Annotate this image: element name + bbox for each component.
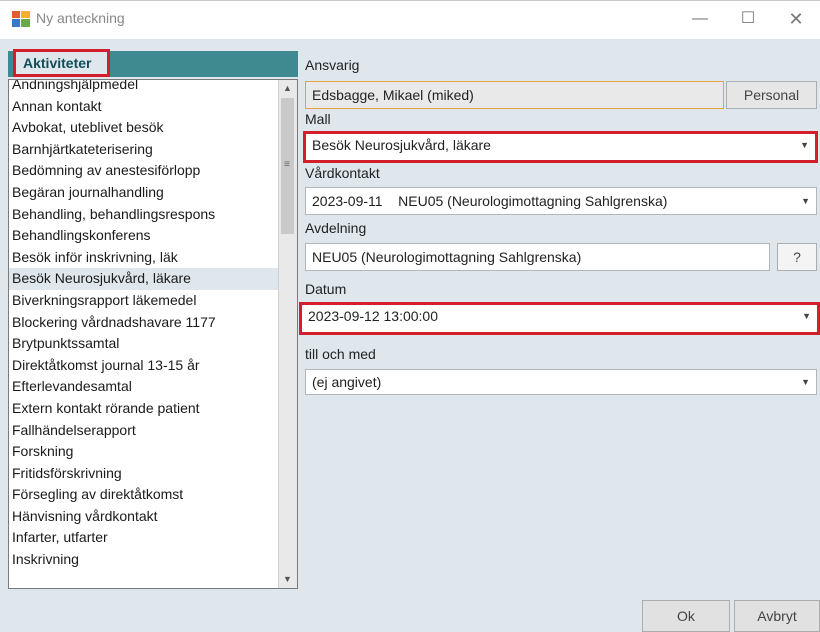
scroll-down-arrow-icon[interactable]: ▼ — [279, 571, 296, 588]
list-item[interactable]: Brytpunktssamtal — [9, 333, 281, 355]
app-icon — [12, 11, 30, 27]
list-item[interactable]: Besök Neurosjukvård, läkare — [9, 268, 281, 290]
activities-list[interactable]: Andningshjälpmedel Annan kontakt Avbokat, … — [8, 79, 298, 589]
ansvarig-label: Ansvarig — [305, 57, 360, 73]
list-item[interactable]: Efterlevandesamtal — [9, 376, 281, 398]
list-item[interactable]: Försegling av direktåtkomst — [9, 484, 281, 506]
title-bar: Ny anteckning — ☐ ✕ — [0, 0, 820, 39]
maximize-button[interactable]: ☐ — [728, 5, 768, 33]
ok-button[interactable]: Ok — [642, 600, 730, 632]
till-och-med-dropdown[interactable]: (ej angivet) ▼ — [305, 369, 817, 395]
mall-dropdown[interactable]: Besök Neurosjukvård, läkare ▼ — [303, 131, 818, 163]
list-item[interactable]: Avbokat, uteblivet besök — [9, 117, 281, 139]
close-button[interactable]: ✕ — [776, 5, 816, 33]
window-title: Ny anteckning — [36, 10, 125, 26]
help-button[interactable]: ? — [777, 243, 817, 271]
grip-icon: ≡ — [284, 159, 290, 170]
till-och-med-value: (ej angivet) — [312, 374, 382, 390]
personal-button[interactable]: Personal — [726, 81, 817, 109]
list-item[interactable]: Behandling, behandlingsrespons — [9, 204, 281, 226]
list-item[interactable]: Begäran journalhandling — [9, 182, 281, 204]
list-item[interactable]: Fritidsförskrivning — [9, 463, 281, 485]
minimize-button[interactable]: — — [680, 5, 720, 33]
list-item[interactable]: Barnhjärtkateterisering — [9, 139, 281, 161]
cancel-button[interactable]: Avbryt — [734, 600, 820, 632]
dropdown-arrow-icon: ▼ — [801, 377, 810, 387]
datum-label: Datum — [305, 281, 347, 297]
activities-scrollbar[interactable]: ▲ ≡ ▼ — [278, 80, 297, 588]
list-item[interactable]: Biverkningsrapport läkemedel — [9, 290, 281, 312]
activities-items: Andningshjälpmedel Annan kontakt Avbokat, … — [9, 80, 281, 571]
list-item[interactable]: Infarter, utfarter — [9, 527, 281, 549]
list-item[interactable]: Fallhändelserapport — [9, 420, 281, 442]
avdelning-label: Avdelning — [305, 220, 367, 236]
dropdown-arrow-icon: ▼ — [800, 140, 809, 150]
list-item[interactable]: Forskning — [9, 441, 281, 463]
list-item[interactable]: Hänvisning vårdkontakt — [9, 506, 281, 528]
dropdown-arrow-icon: ▼ — [801, 196, 810, 206]
vardkontakt-dropdown[interactable]: 2023-09-11 NEU05 (Neurologimottagning Sa… — [305, 187, 817, 215]
list-item[interactable]: Inskrivning — [9, 549, 281, 571]
list-item[interactable]: Behandlingskonferens — [9, 225, 281, 247]
datum-value: 2023-09-12 13:00:00 — [308, 308, 438, 324]
list-item[interactable]: Bedömning av anestesiförlopp — [9, 160, 281, 182]
list-item[interactable]: Blockering vårdnadshavare 1177 — [9, 312, 281, 334]
scroll-up-arrow-icon[interactable]: ▲ — [279, 80, 296, 97]
mall-value: Besök Neurosjukvård, läkare — [312, 137, 491, 153]
list-item[interactable]: Andningshjälpmedel — [9, 80, 281, 96]
activities-header-label[interactable]: Aktiviteter — [13, 49, 110, 77]
vardkontakt-label: Vårdkontakt — [305, 165, 380, 181]
till-och-med-label: till och med — [305, 346, 376, 362]
avdelning-field[interactable]: NEU05 (Neurologimottagning Sahlgrenska) — [305, 243, 770, 271]
activities-header: Aktiviteter — [8, 49, 298, 77]
list-item[interactable]: Extern kontakt rörande patient — [9, 398, 281, 420]
dropdown-arrow-icon: ▼ — [802, 311, 811, 321]
list-item[interactable]: Annan kontakt — [9, 96, 281, 118]
list-item[interactable]: Besök inför inskrivning, läk — [9, 247, 281, 269]
vardkontakt-value: 2023-09-11 NEU05 (Neurologimottagning Sa… — [312, 193, 668, 209]
scroll-thumb[interactable]: ≡ — [281, 98, 294, 234]
datum-dropdown[interactable]: 2023-09-12 13:00:00 ▼ — [299, 302, 820, 335]
mall-label: Mall — [305, 111, 331, 127]
ansvarig-field: Edsbagge, Mikael (miked) — [305, 81, 724, 109]
list-item[interactable]: Direktåtkomst journal 13-15 år — [9, 355, 281, 377]
